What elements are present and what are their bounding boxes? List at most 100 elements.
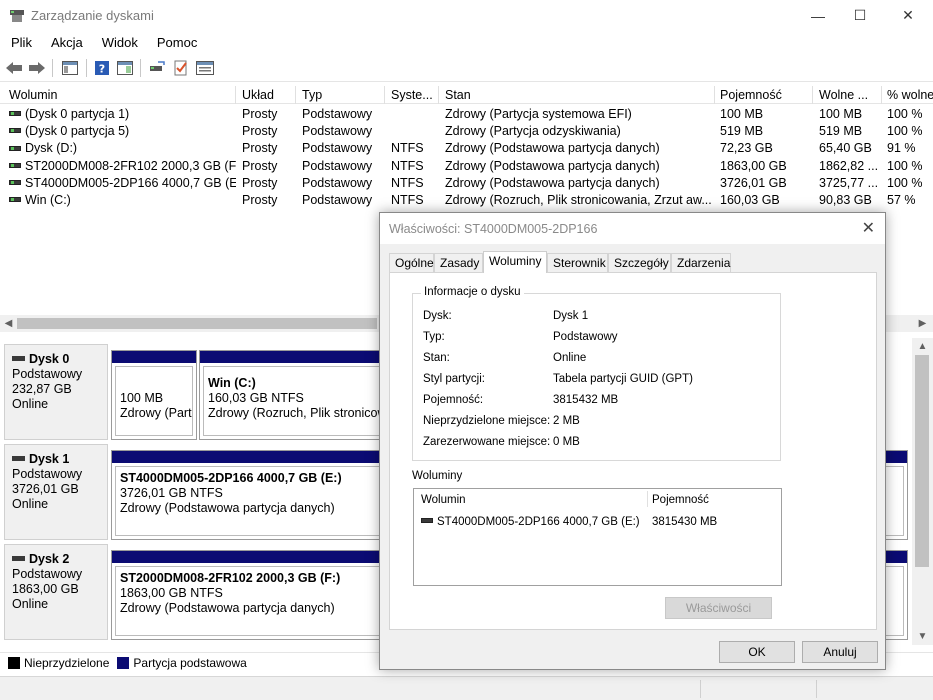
cell-capacity: 160,03 GB: [715, 192, 813, 209]
vertical-scroll-thumb[interactable]: [915, 355, 929, 567]
tab-general[interactable]: Ogólne: [389, 253, 434, 272]
volume-icon: [9, 111, 21, 117]
volume-capacity: 3815430 MB: [652, 516, 718, 528]
menu-view[interactable]: Widok: [91, 32, 146, 53]
cell-capacity: 1863,00 GB: [715, 158, 813, 175]
disk-label[interactable]: Dysk 0 Podstawowy 232,87 GB Online: [4, 344, 108, 440]
table-row[interactable]: ST2000DM008-2FR102 2000,3 GB (F:) Prosty P…: [0, 158, 933, 175]
disk-label[interactable]: Dysk 1 Podstawowy 3726,01 GB Online: [4, 444, 108, 540]
partition-size: 100 MB: [120, 391, 164, 405]
menu-help[interactable]: Pomoc: [146, 32, 205, 53]
cell-text: Podstawowy: [302, 124, 373, 139]
tab-policies[interactable]: Zasady: [434, 253, 483, 272]
horizontal-scroll-thumb[interactable]: [17, 318, 377, 329]
cell-volume: (Dysk 0 partycja 5): [4, 123, 236, 140]
tab-volumes[interactable]: Woluminy: [483, 251, 547, 273]
volumes-listview[interactable]: Wolumin Pojemność ST4000DM005-2DP166 400…: [413, 488, 782, 586]
tab-details[interactable]: Szczegóły: [608, 253, 671, 272]
dialog-title-bar[interactable]: Właściwości: ST4000DM005-2DP166 ✕: [380, 213, 885, 244]
cancel-button[interactable]: Anuluj: [802, 641, 878, 663]
info-row-type: Typ: Podstawowy: [423, 331, 618, 343]
connect-disk-icon[interactable]: [147, 58, 167, 78]
disk-name: Dysk 1: [29, 452, 70, 466]
volumes-tab-panel: Informacje o dysku Dysk: Dysk 1 Typ: Podst…: [389, 272, 877, 630]
cell-percent-free: 100 %: [882, 123, 933, 140]
scroll-left-arrow-icon[interactable]: ◀: [0, 315, 17, 332]
volume-properties-button[interactable]: Właściwości: [665, 597, 772, 619]
cell-text: 519 MB: [720, 124, 764, 139]
cell-volume: Dysk (D:): [4, 140, 236, 157]
checklist-icon[interactable]: [171, 58, 191, 78]
partition-efi[interactable]: 100 MB Zdrowy (Part: [111, 350, 197, 440]
column-header-free-space[interactable]: Wolne ...: [814, 86, 882, 104]
volume-icon: [9, 180, 21, 185]
volume-disk-icon: [421, 518, 433, 524]
cell-text: Win (C:): [25, 193, 71, 207]
cell-text: NTFS: [391, 175, 424, 190]
volumes-label: Woluminy: [412, 470, 463, 482]
column-header-filesystem[interactable]: Syste...: [386, 86, 439, 104]
column-header-capacity[interactable]: Pojemność: [715, 86, 813, 104]
scroll-right-arrow-icon[interactable]: ▶: [914, 315, 931, 332]
dialog-close-icon[interactable]: ✕: [862, 218, 875, 238]
volume-list-header: Wolumin Układ Typ Syste... Stan Pojemnoś…: [0, 86, 933, 104]
cell-capacity: 100 MB: [715, 106, 813, 123]
cell-text: Podstawowy: [302, 193, 373, 207]
cell-layout: Prosty: [237, 175, 296, 192]
menu-file[interactable]: Plik: [0, 32, 40, 53]
table-row[interactable]: (Dysk 0 partycja 1) Prosty Podstawowy Zdrow…: [0, 106, 933, 123]
status-bar: [0, 676, 933, 700]
partition-win-c[interactable]: Win (C:) 160,03 GB NTFS Zdrowy (Rozruch,…: [199, 350, 399, 440]
cell-status: Zdrowy (Podstawowa partycja danych): [440, 140, 715, 157]
properties-pane-icon[interactable]: [115, 58, 135, 78]
cell-free-space: 1862,82 ...: [814, 158, 882, 175]
volume-row[interactable]: ST4000DM005-2DP166 4000,7 GB (E:): [421, 516, 640, 528]
column-header-type[interactable]: Typ: [297, 86, 385, 104]
minimize-button[interactable]: —: [795, 0, 841, 31]
cell-layout: Prosty: [237, 123, 296, 140]
scroll-down-arrow-icon[interactable]: ▼: [914, 628, 931, 645]
disk-info-group-title: Informacje o dysku: [421, 286, 524, 298]
cell-status: Zdrowy (Rozruch, Plik stronicowania, Zrz…: [440, 192, 715, 209]
cell-volume: Win (C:): [4, 192, 236, 209]
disk-view-vertical-scrollbar[interactable]: ▲ ▼: [912, 338, 933, 645]
tab-driver[interactable]: Sterownik: [547, 253, 608, 272]
table-row[interactable]: (Dysk 0 partycja 5) Prosty Podstawowy Zdrow…: [0, 123, 933, 140]
cell-text: 100 MB: [819, 107, 863, 121]
partition-size: 160,03 GB NTFS: [208, 391, 304, 405]
disk-management-window: Zarządzanie dyskami — ☐ ✕ Plik Akcja Wid…: [0, 0, 933, 700]
info-row-status: Stan: Online: [423, 352, 587, 364]
cell-percent-free: 100 %: [882, 175, 933, 192]
table-row[interactable]: Win (C:) Prosty Podstawowy NTFS Zdrowy (Rozr…: [0, 192, 933, 209]
cell-capacity: 3726,01 GB: [715, 175, 813, 192]
cell-text: NTFS: [391, 158, 424, 173]
column-header-layout[interactable]: Układ: [237, 86, 296, 104]
info-row-unallocated: Nieprzydzielone miejsce: 2 MB: [423, 415, 580, 427]
volumes-column-volume[interactable]: Wolumin: [421, 494, 466, 506]
volumes-column-capacity[interactable]: Pojemność: [647, 491, 709, 507]
window-title: Zarządzanie dyskami: [31, 8, 154, 23]
tab-events[interactable]: Zdarzenia: [671, 253, 731, 272]
info-row-partition-style: Styl partycji: Tabela partycji GUID (GPT): [423, 373, 693, 385]
console-tree-icon[interactable]: [60, 58, 80, 78]
table-row[interactable]: ST4000DM005-2DP166 4000,7 GB (E:) Prosty P…: [0, 175, 933, 192]
column-header-status[interactable]: Stan: [440, 86, 715, 104]
scroll-up-arrow-icon[interactable]: ▲: [914, 338, 931, 355]
disk-label[interactable]: Dysk 2 Podstawowy 1863,00 GB Online: [4, 544, 108, 640]
help-icon[interactable]: ?: [92, 58, 112, 78]
title-bar[interactable]: Zarządzanie dyskami — ☐ ✕: [0, 0, 933, 31]
disk-type: Podstawowy: [12, 567, 83, 581]
cell-text: 519 MB: [819, 124, 863, 139]
cell-text: Zdrowy (Podstawowa partycja danych): [445, 141, 660, 156]
menu-bar: Plik Akcja Widok Pomoc: [0, 32, 933, 53]
forward-arrow-icon[interactable]: [27, 58, 47, 78]
disk-list-icon[interactable]: [195, 58, 215, 78]
ok-button[interactable]: OK: [719, 641, 795, 663]
table-row[interactable]: Dysk (D:) Prosty Podstawowy NTFS Zdrowy (Pod…: [0, 140, 933, 157]
menu-action[interactable]: Akcja: [40, 32, 91, 53]
column-header-volume[interactable]: Wolumin: [4, 86, 236, 104]
close-button[interactable]: ✕: [885, 0, 931, 31]
column-header-percent-free[interactable]: % wolne: [882, 86, 933, 104]
back-arrow-icon[interactable]: [4, 58, 24, 78]
maximize-button[interactable]: ☐: [837, 0, 883, 31]
